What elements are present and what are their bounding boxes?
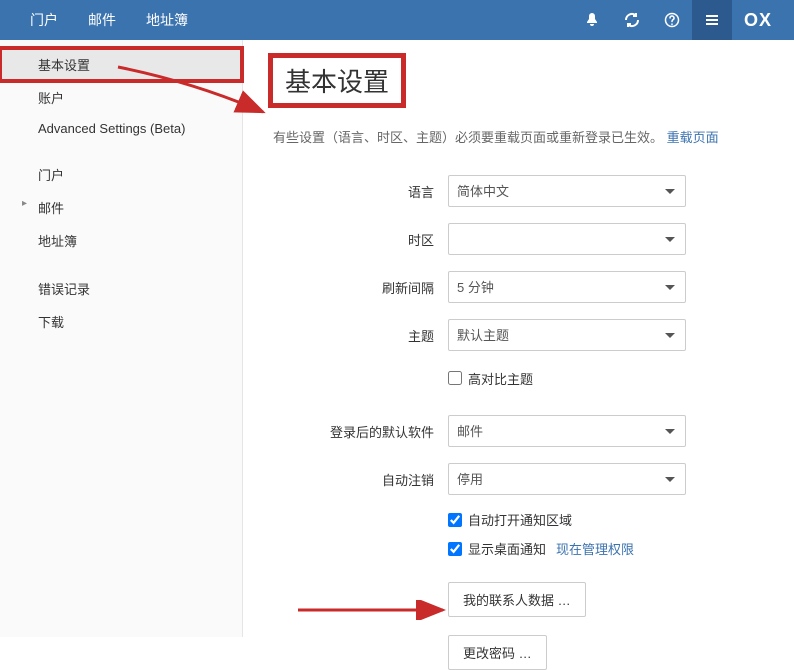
sidebar-item-basic-settings[interactable]: 基本设置 <box>0 48 242 81</box>
select-refresh[interactable]: 5 分钟 <box>448 271 686 303</box>
label-refresh: 刷新间隔 <box>273 278 448 297</box>
select-theme[interactable]: 默认主题 <box>448 319 686 351</box>
checkbox-high-contrast[interactable] <box>448 371 462 385</box>
label-default-app: 登录后的默认软件 <box>273 422 448 441</box>
settings-sidebar: 基本设置 账户 Advanced Settings (Beta) 门户 邮件 地… <box>0 40 243 637</box>
nav-portal[interactable]: 门户 <box>15 0 73 40</box>
menu-icon[interactable] <box>692 0 732 40</box>
label-auto-logout: 自动注销 <box>273 470 448 489</box>
checkbox-desktop-notify[interactable] <box>448 542 462 556</box>
sidebar-item-errorlog[interactable]: 错误记录 <box>0 272 242 305</box>
select-auto-logout[interactable]: 停用 <box>448 463 686 495</box>
refresh-icon[interactable] <box>612 0 652 40</box>
nav-mail[interactable]: 邮件 <box>73 0 131 40</box>
select-language[interactable]: 简体中文 <box>448 175 686 207</box>
manage-permissions-link[interactable]: 现在管理权限 <box>556 539 634 558</box>
label-language: 语言 <box>273 182 448 201</box>
checkbox-auto-open-notify[interactable] <box>448 513 462 527</box>
reload-notice: 有些设置（语言、时区、主题）必须要重载页面或重新登录已生效。 重载页面 <box>273 127 764 146</box>
sidebar-item-portal[interactable]: 门户 <box>0 158 242 191</box>
top-navbar: 门户 邮件 地址簿 OX <box>0 0 794 40</box>
select-default-app[interactable]: 邮件 <box>448 415 686 447</box>
select-timezone[interactable] <box>448 223 686 255</box>
sidebar-item-account[interactable]: 账户 <box>0 81 242 114</box>
reload-page-link[interactable]: 重载页面 <box>667 130 719 145</box>
nav-addressbook[interactable]: 地址簿 <box>131 0 203 40</box>
page-title: 基本设置 <box>273 58 401 103</box>
sidebar-item-download[interactable]: 下载 <box>0 305 242 338</box>
sidebar-item-advanced[interactable]: Advanced Settings (Beta) <box>0 114 242 143</box>
my-contacts-button[interactable]: 我的联系人数据 … <box>448 582 586 617</box>
label-desktop-notify: 显示桌面通知 <box>468 539 546 558</box>
label-timezone: 时区 <box>273 230 448 249</box>
label-high-contrast: 高对比主题 <box>468 369 533 388</box>
sidebar-item-addressbook[interactable]: 地址簿 <box>0 224 242 257</box>
main-content: 基本设置 有些设置（语言、时区、主题）必须要重载页面或重新登录已生效。 重载页面… <box>243 40 794 637</box>
label-auto-open-notify: 自动打开通知区域 <box>468 510 572 529</box>
label-theme: 主题 <box>273 326 448 345</box>
bell-icon[interactable] <box>572 0 612 40</box>
change-password-button[interactable]: 更改密码 … <box>448 635 547 670</box>
sidebar-item-mail[interactable]: 邮件 <box>0 191 242 224</box>
help-icon[interactable] <box>652 0 692 40</box>
ox-logo: OX <box>732 10 784 31</box>
